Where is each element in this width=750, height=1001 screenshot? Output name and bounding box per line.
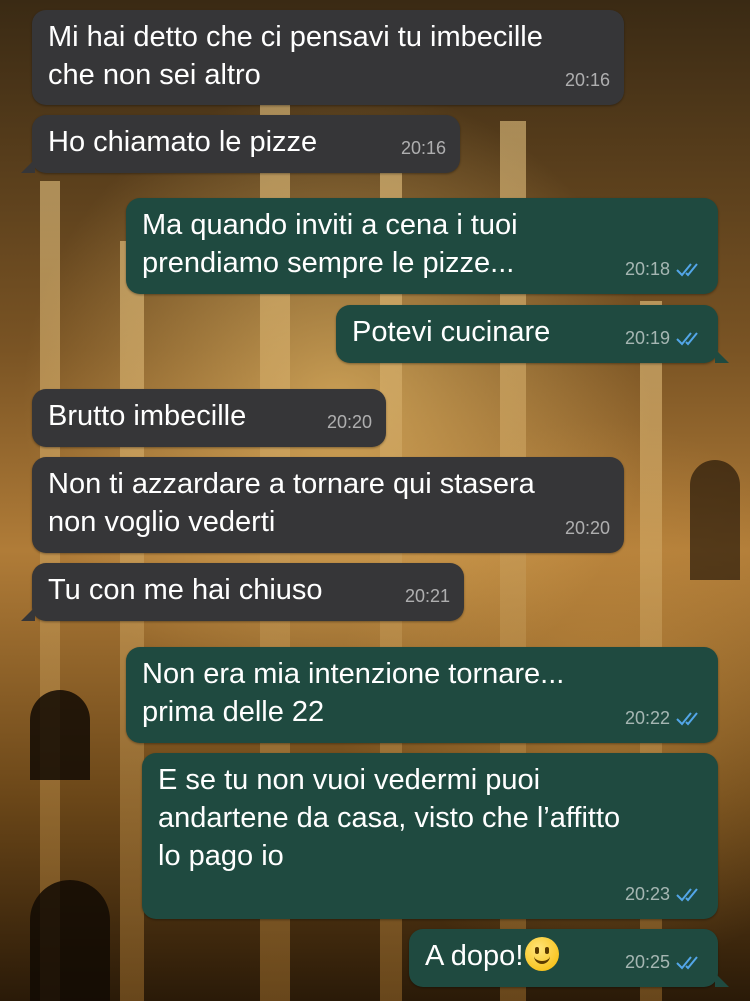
message-time: 20:21 xyxy=(404,586,450,606)
double-check-icon xyxy=(676,956,698,970)
message-time: 20:20 xyxy=(564,518,610,538)
message-bubble-outgoing[interactable]: Potevi cucinare 20:19 xyxy=(336,305,729,363)
message-text: Brutto imbecille xyxy=(48,400,247,432)
message-bubble-incoming[interactable]: Mi hai detto che ci pensavi tu imbecille… xyxy=(32,10,624,105)
message-bubble-outgoing[interactable]: Ma quando inviti a cena i tuoi prendiamo… xyxy=(126,198,718,294)
message-text: E se tu non vuoi vedermi puoi andartene … xyxy=(158,764,621,872)
message-time: 20:20 xyxy=(326,412,372,432)
message-text: Non era mia intenzione tornare... prima … xyxy=(142,658,565,728)
message-text: Non ti azzardare a tornare qui stasera n… xyxy=(48,468,535,538)
double-check-icon xyxy=(676,712,698,726)
message-time: 20:16 xyxy=(400,138,446,158)
message-list[interactable]: Mi hai detto che ci pensavi tu imbecille… xyxy=(0,0,750,1001)
message-time: 20:18 xyxy=(624,259,670,279)
message-text: Tu con me hai chiuso xyxy=(48,574,323,606)
slightly-smiling-face-emoji-icon xyxy=(525,937,560,971)
message-bubble-incoming[interactable]: Brutto imbecille 20:20 xyxy=(32,389,386,447)
message-text: A dopo! xyxy=(425,940,524,972)
message-bubble-incoming[interactable]: Tu con me hai chiuso 20:21 xyxy=(21,563,464,621)
message-text: Mi hai detto che ci pensavi tu imbecille… xyxy=(48,21,543,91)
message-time: 20:19 xyxy=(624,328,670,348)
message-time: 20:16 xyxy=(564,70,610,90)
message-time: 20:22 xyxy=(624,708,670,728)
message-text: Ma quando inviti a cena i tuoi prendiamo… xyxy=(142,209,518,279)
double-check-icon xyxy=(676,888,698,902)
message-bubble-outgoing[interactable]: A dopo! 20:25 xyxy=(409,929,729,987)
double-check-icon xyxy=(676,332,698,346)
message-bubble-outgoing[interactable]: Non era mia intenzione tornare... prima … xyxy=(126,647,718,743)
message-time: 20:23 xyxy=(624,884,670,904)
message-bubble-incoming[interactable]: Non ti azzardare a tornare qui stasera n… xyxy=(32,457,624,553)
message-time: 20:25 xyxy=(624,952,670,972)
message-text: Ho chiamato le pizze xyxy=(48,126,318,158)
message-bubble-incoming[interactable]: Ho chiamato le pizze 20:16 xyxy=(21,115,460,173)
double-check-icon xyxy=(676,263,698,277)
message-bubble-outgoing[interactable]: E se tu non vuoi vedermi puoi andartene … xyxy=(142,753,718,919)
